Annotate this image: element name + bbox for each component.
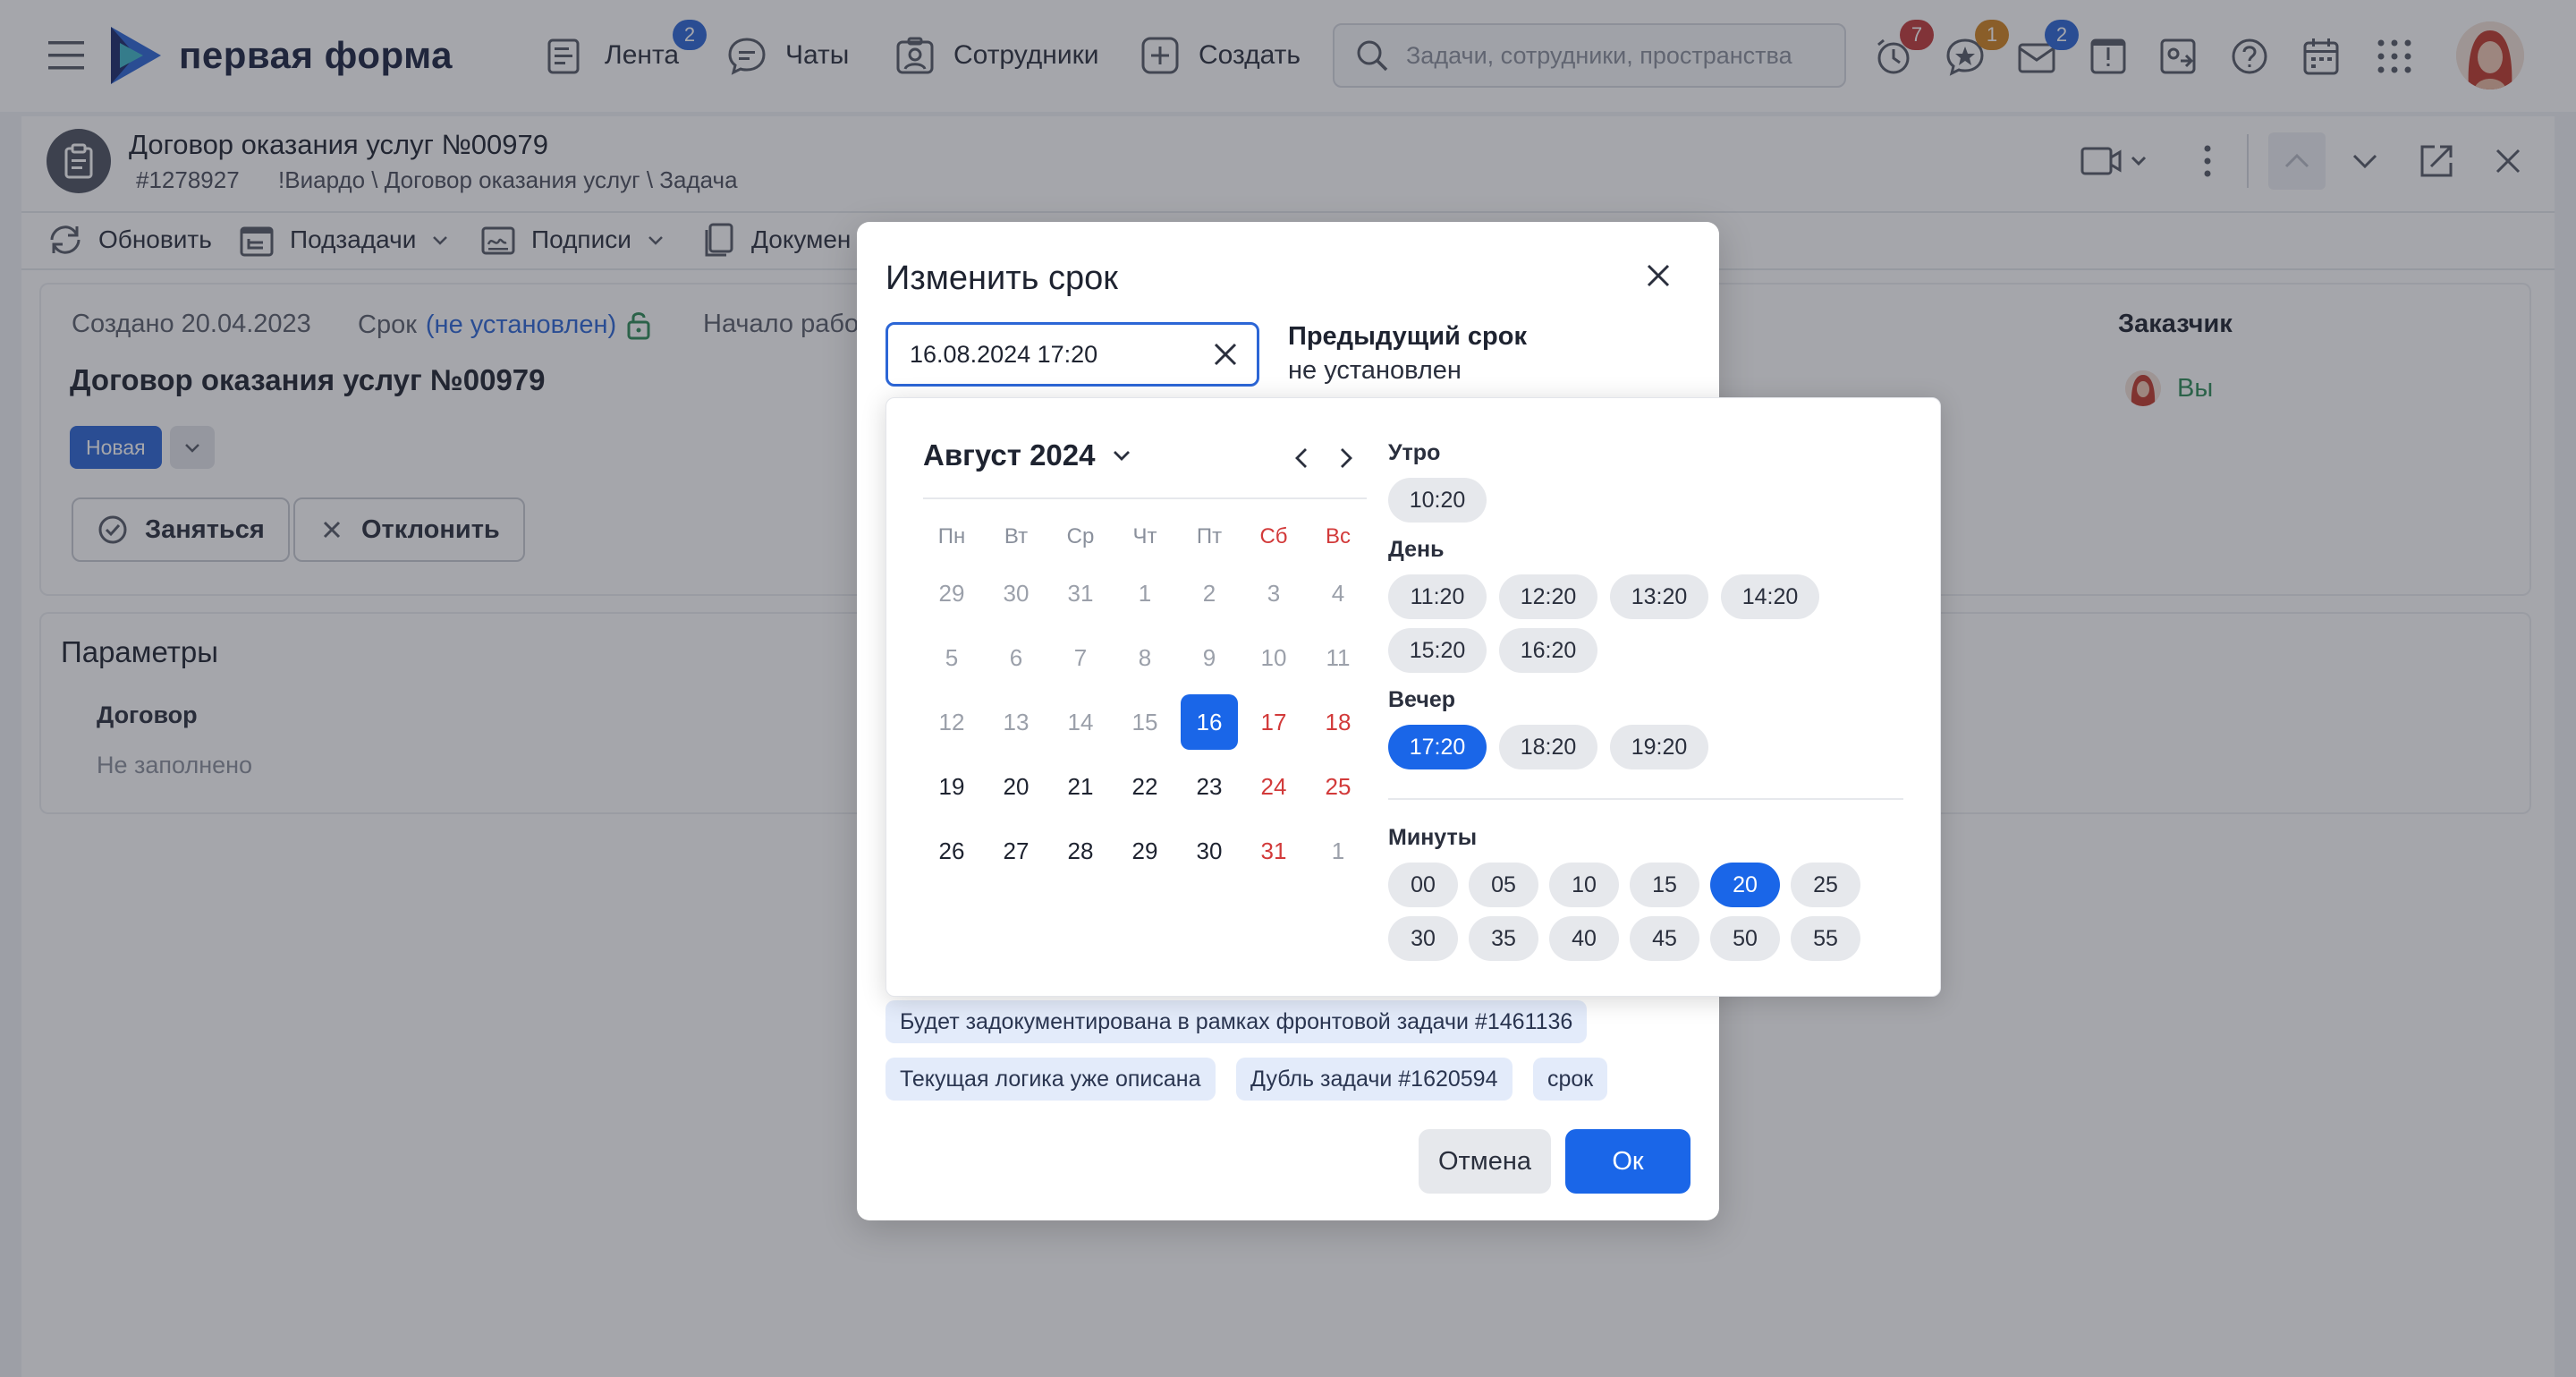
prev-month-icon[interactable] [1286,442,1318,474]
calendar-day[interactable]: 10 [1245,630,1302,685]
hour-chip[interactable]: 17:20 [1388,725,1487,769]
month-selector[interactable]: Август 2024 [923,438,1133,472]
calendar-day[interactable]: 24 [1245,759,1302,814]
minute-chip[interactable]: 55 [1791,916,1860,961]
calendar-day[interactable]: 1 [1309,823,1367,879]
calendar-day[interactable]: 7 [1052,630,1109,685]
month-label: Август 2024 [923,438,1096,472]
reason-chip[interactable]: Будет задокументирована в рамках фронтов… [886,1000,1588,1043]
minute-chip[interactable]: 30 [1388,916,1458,961]
minute-chip[interactable]: 25 [1791,863,1860,907]
calendar-day[interactable]: 19 [923,759,980,814]
hour-chip[interactable]: 15:20 [1388,628,1487,673]
calendar-day[interactable]: 26 [923,823,980,879]
calendar-day[interactable]: 14 [1052,694,1109,750]
calendar-day[interactable]: 23 [1181,759,1238,814]
calendar-day[interactable]: 20 [987,759,1045,814]
calendar-divider [923,497,1367,499]
clear-icon[interactable] [1209,338,1241,370]
calendar-day[interactable]: 15 [1116,694,1174,750]
weekday-header: Ср [1066,524,1095,548]
reason-chip[interactable]: Текущая логика уже описана [886,1058,1216,1101]
weekday-header: Вт [1004,524,1029,548]
calendar-day[interactable]: 1 [1116,565,1174,621]
minute-chip[interactable]: 50 [1710,916,1780,961]
minute-chip[interactable]: 00 [1388,863,1458,907]
hour-chip[interactable]: 18:20 [1499,725,1597,769]
hour-chip[interactable]: 13:20 [1610,574,1708,619]
minute-chip[interactable]: 15 [1630,863,1699,907]
reason-chip[interactable]: срок [1533,1058,1608,1101]
calendar-day[interactable]: 30 [1181,823,1238,879]
calendar-day[interactable]: 8 [1116,630,1174,685]
close-icon[interactable] [1640,258,1676,293]
minute-chip[interactable]: 05 [1469,863,1538,907]
weekday-header: Пт [1196,524,1223,548]
calendar-day[interactable]: 6 [987,630,1045,685]
chevron-down-icon [1110,444,1133,467]
minute-chip[interactable]: 45 [1630,916,1699,961]
calendar-day[interactable]: 31 [1245,823,1302,879]
calendar-day[interactable]: 31 [1052,565,1109,621]
hour-chip[interactable]: 14:20 [1721,574,1819,619]
calendar-day-selected[interactable]: 16 [1181,694,1238,750]
calendar-day[interactable]: 29 [923,565,980,621]
hour-chip[interactable]: 11:20 [1388,574,1487,619]
morning-label: Утро [1388,440,1441,465]
minute-chip[interactable]: 40 [1549,916,1619,961]
calendar-day[interactable]: 4 [1309,565,1367,621]
previous-deadline-label: Предыдущий срок [1288,322,1528,351]
calendar-day[interactable]: 30 [987,565,1045,621]
minute-chip[interactable]: 10 [1549,863,1619,907]
weekday-header: Вс [1325,524,1351,548]
dialog-title: Изменить срок [886,259,1118,297]
previous-deadline-value: не установлен [1288,356,1462,385]
calendar-day[interactable]: 2 [1181,565,1238,621]
evening-label: Вечер [1388,687,1456,712]
calendar-day[interactable]: 13 [987,694,1045,750]
weekday-header: Пн [937,524,966,548]
calendar-day[interactable]: 22 [1116,759,1174,814]
reason-chip[interactable]: Дубль задачи #1620594 [1236,1058,1513,1101]
calendar-day[interactable]: 17 [1245,694,1302,750]
ok-button[interactable]: Ок [1565,1129,1690,1194]
weekday-header: Сб [1259,524,1288,548]
hour-chip[interactable]: 10:20 [1388,478,1487,523]
deadline-date-input[interactable]: 16.08.2024 17:20 [886,322,1259,387]
calendar-day[interactable]: 27 [987,823,1045,879]
calendar-day[interactable]: 12 [923,694,980,750]
cancel-button[interactable]: Отмена [1419,1129,1551,1194]
calendar-day[interactable]: 11 [1309,630,1367,685]
hour-chip[interactable]: 19:20 [1610,725,1708,769]
calendar-day[interactable]: 25 [1309,759,1367,814]
minutes-label: Минуты [1388,825,1478,850]
time-divider [1388,798,1903,800]
minute-chip[interactable]: 20 [1710,863,1780,907]
day-label: День [1388,537,1445,562]
weekday-header: Чт [1132,524,1157,548]
hour-chip[interactable]: 16:20 [1499,628,1597,673]
minute-chip[interactable]: 35 [1469,916,1538,961]
hour-chip[interactable]: 12:20 [1499,574,1597,619]
calendar-day[interactable]: 21 [1052,759,1109,814]
calendar-day[interactable]: 9 [1181,630,1238,685]
calendar-day[interactable]: 3 [1245,565,1302,621]
calendar-day[interactable]: 5 [923,630,980,685]
calendar-day[interactable]: 28 [1052,823,1109,879]
next-month-icon[interactable] [1329,442,1361,474]
calendar-day[interactable]: 18 [1309,694,1367,750]
calendar-day[interactable]: 29 [1116,823,1174,879]
